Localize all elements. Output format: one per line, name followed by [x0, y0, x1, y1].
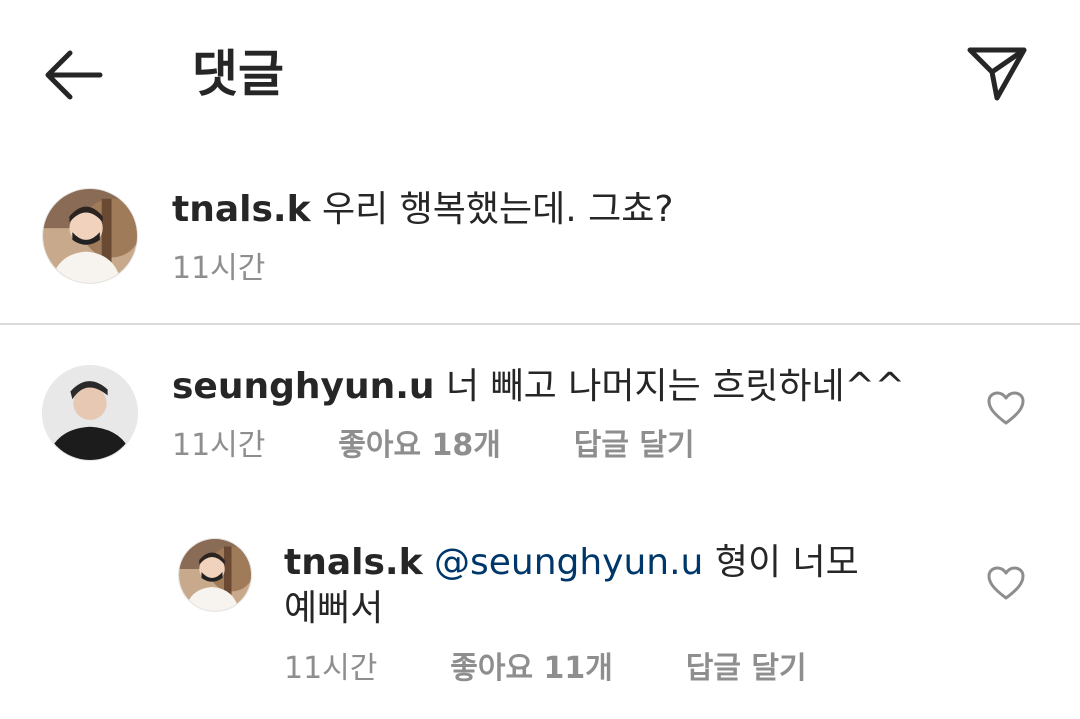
reply-meta: 11시간 좋아요 11개 답글 달기 — [284, 649, 807, 689]
comment-text: seunghyun.u 너 빼고 나머지는 흐릿하네^^ — [172, 362, 905, 412]
comment-time: 11시간 — [172, 428, 266, 463]
avatar-image — [179, 539, 251, 611]
reply-text-line-2: 예뻐서 — [284, 584, 383, 634]
reply-reply-button[interactable]: 답글 달기 — [686, 651, 807, 686]
reply-body-line-1: 형이 너모 — [714, 542, 859, 583]
reply-body-line-2: 예뻐서 — [284, 588, 384, 629]
arrow-left-icon — [45, 50, 103, 100]
heart-outline-icon — [987, 566, 1025, 600]
paper-plane-icon — [967, 47, 1027, 101]
comment-like-button[interactable] — [986, 389, 1026, 429]
reply-avatar[interactable] — [178, 538, 252, 612]
header-bar: 댓글 — [0, 0, 1080, 150]
comments-screen: 댓글 tnals.k 우리 행복했는데. 그쵸? 11시간 seunghyun.… — [0, 0, 1080, 719]
caption-text: tnals.k 우리 행복했는데. 그쵸? — [172, 185, 674, 235]
comment-reply-button[interactable]: 답글 달기 — [574, 428, 695, 463]
comment-username[interactable]: seunghyun.u — [172, 366, 435, 407]
caption-meta: 11시간 — [172, 249, 265, 289]
caption-body: 우리 행복했는데. 그쵸? — [321, 189, 674, 230]
page-title: 댓글 — [192, 45, 284, 103]
share-button[interactable] — [962, 40, 1032, 106]
heart-outline-icon — [987, 391, 1025, 425]
reply-time: 11시간 — [284, 651, 378, 686]
avatar-image — [43, 366, 137, 460]
comment-meta: 11시간 좋아요 18개 답글 달기 — [172, 426, 695, 466]
avatar-image — [43, 189, 137, 283]
reply-like-button[interactable] — [986, 564, 1026, 604]
caption-time: 11시간 — [172, 251, 266, 286]
divider — [0, 323, 1080, 325]
reply-likes-count[interactable]: 좋아요 11개 — [450, 651, 613, 686]
comment-body: 너 빼고 나머지는 흐릿하네^^ — [445, 366, 905, 407]
comment-avatar[interactable] — [42, 365, 138, 461]
back-button[interactable] — [38, 44, 108, 106]
comment-likes-count[interactable]: 좋아요 18개 — [338, 428, 501, 463]
reply-text-line-1: tnals.k @seunghyun.u 형이 너모 — [284, 538, 859, 588]
caption-avatar[interactable] — [42, 188, 138, 284]
reply-username[interactable]: tnals.k — [284, 542, 423, 583]
reply-mention[interactable]: @seunghyun.u — [434, 542, 703, 583]
caption-username[interactable]: tnals.k — [172, 189, 311, 230]
